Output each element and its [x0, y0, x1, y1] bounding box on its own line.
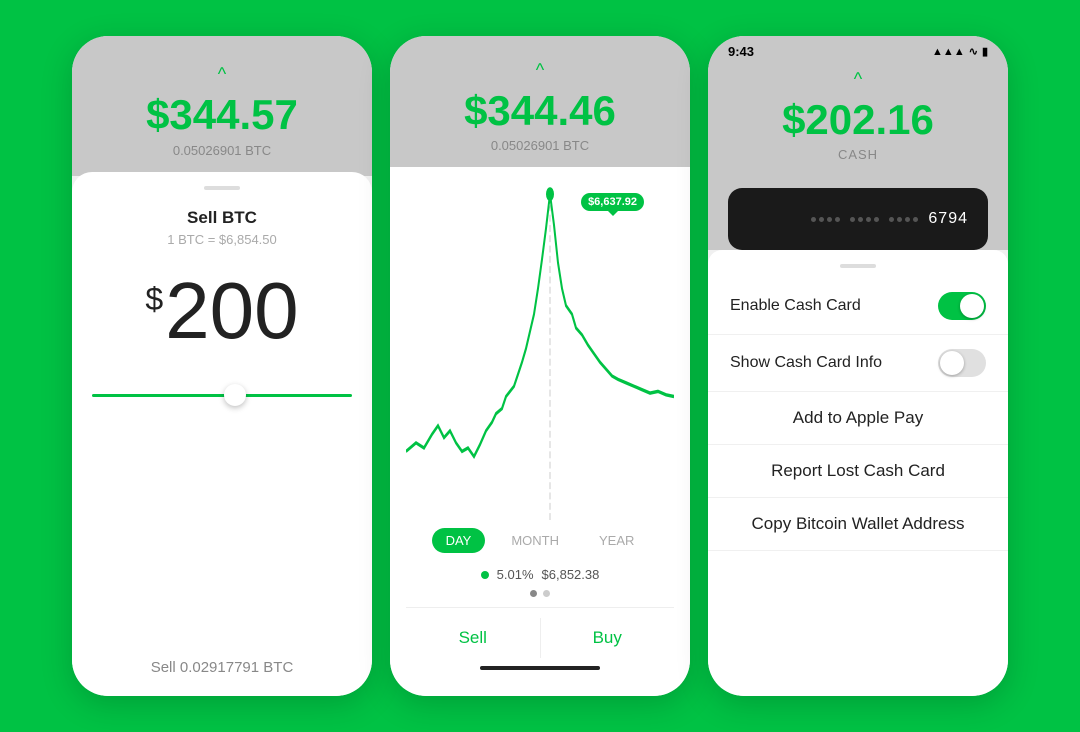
phone2-body: $6,637.92 DAY MONTH YEAR 5.01% $6,852.38… — [390, 167, 690, 696]
card-dot — [811, 217, 816, 222]
sell-amount-slider[interactable] — [92, 383, 352, 407]
card-dots-group-3 — [889, 217, 918, 222]
chevron-up-icon[interactable]: ^ — [218, 64, 226, 85]
copy-bitcoin-button[interactable]: Copy Bitcoin Wallet Address — [708, 498, 1008, 551]
phone1-header: ^ $344.57 0.05026901 BTC — [72, 36, 372, 176]
card-dot — [874, 217, 879, 222]
card-dot — [897, 217, 902, 222]
show-cash-card-info-row: Show Cash Card Info — [708, 335, 1008, 392]
card-dot — [913, 217, 918, 222]
enable-cash-card-toggle[interactable] — [938, 292, 986, 320]
cash-card: 6794 — [728, 188, 988, 250]
btc-chart-container: $6,637.92 — [406, 177, 674, 520]
card-dot — [819, 217, 824, 222]
phone3-header: ^ $202.16 CASH — [708, 61, 1008, 176]
dot-2 — [543, 590, 550, 597]
show-cash-card-info-toggle[interactable] — [938, 349, 986, 377]
phone2-btc-amount: $344.46 — [464, 87, 616, 135]
add-apple-pay-label: Add to Apple Pay — [793, 408, 923, 428]
price-change-pct: 5.01% — [497, 567, 534, 582]
signal-icon: ▲▲▲ — [932, 46, 965, 58]
sell-title: Sell BTC — [187, 208, 257, 228]
report-lost-button[interactable]: Report Lost Cash Card — [708, 445, 1008, 498]
action-sheet-handle — [840, 264, 876, 268]
battery-icon: ▮ — [982, 45, 988, 58]
action-sheet: Enable Cash Card Show Cash Card Info Add… — [708, 250, 1008, 696]
toggle-thumb — [960, 294, 984, 318]
wifi-icon: ∿ — [969, 45, 978, 58]
card-area: 6794 — [708, 176, 1008, 250]
phone3-cash-amount: $202.16 — [782, 96, 934, 144]
card-dot — [827, 217, 832, 222]
price-info-row: 5.01% $6,852.38 — [481, 567, 600, 582]
tab-year[interactable]: YEAR — [585, 528, 648, 553]
phone3: 9:43 ▲▲▲ ∿ ▮ ^ $202.16 CASH — [708, 36, 1008, 696]
phone2-home-bar — [406, 658, 674, 680]
btc-price-chart — [406, 177, 674, 520]
page-dots — [530, 590, 550, 597]
status-icons: ▲▲▲ ∿ ▮ — [932, 45, 988, 58]
card-dots-group-2 — [850, 217, 879, 222]
copy-bitcoin-label: Copy Bitcoin Wallet Address — [752, 514, 965, 534]
card-dot — [858, 217, 863, 222]
phone2-btc-label: 0.05026901 BTC — [491, 138, 589, 153]
card-dots-group-1 — [811, 217, 840, 222]
btc-rate: 1 BTC = $6,854.50 — [167, 232, 277, 247]
sell-dollar-value: 200 — [165, 271, 298, 351]
slider-thumb[interactable] — [224, 384, 246, 406]
add-apple-pay-button[interactable]: Add to Apple Pay — [708, 392, 1008, 445]
status-time: 9:43 — [728, 44, 754, 59]
card-number-row: 6794 — [748, 210, 968, 228]
card-dot — [835, 217, 840, 222]
phone1-btc-amount: $344.57 — [146, 91, 298, 139]
price-change-dot — [481, 571, 489, 579]
card-last4: 6794 — [928, 210, 968, 228]
card-dot — [889, 217, 894, 222]
show-cash-card-info-label: Show Cash Card Info — [730, 354, 882, 372]
drag-handle — [204, 186, 240, 190]
slider-track — [92, 394, 352, 397]
card-dot — [850, 217, 855, 222]
enable-cash-card-row: Enable Cash Card — [708, 278, 1008, 335]
phone2-header: ^ $344.46 0.05026901 BTC — [390, 36, 690, 167]
report-lost-label: Report Lost Cash Card — [771, 461, 945, 481]
toggle-thumb — [940, 351, 964, 375]
card-dot — [905, 217, 910, 222]
dollar-sign: $ — [145, 281, 163, 318]
enable-cash-card-label: Enable Cash Card — [730, 297, 861, 315]
card-dot — [866, 217, 871, 222]
phone1: ^ $344.57 0.05026901 BTC Sell BTC 1 BTC … — [72, 36, 372, 696]
home-indicator — [480, 666, 600, 670]
sell-amount-display: $ 200 — [145, 271, 298, 351]
sell-button[interactable]: Sell — [406, 618, 541, 658]
buy-button[interactable]: Buy — [541, 618, 675, 658]
time-period-tabs: DAY MONTH YEAR — [432, 528, 649, 553]
status-bar: 9:43 ▲▲▲ ∿ ▮ — [708, 36, 1008, 61]
chart-tooltip: $6,637.92 — [581, 193, 644, 211]
phone3-cash-label: CASH — [838, 147, 878, 162]
phone2-chevron-icon[interactable]: ^ — [536, 60, 544, 81]
sell-btc-label: Sell 0.02917791 BTC — [151, 659, 294, 676]
phone2: ^ $344.46 0.05026901 BTC $6,637.92 DAY M… — [390, 36, 690, 696]
sell-buy-row: Sell Buy — [406, 607, 674, 658]
phone1-body: Sell BTC 1 BTC = $6,854.50 $ 200 Sell 0.… — [72, 172, 372, 696]
tab-day[interactable]: DAY — [432, 528, 486, 553]
dot-1 — [530, 590, 537, 597]
tab-month[interactable]: MONTH — [497, 528, 573, 553]
phone3-chevron-icon[interactable]: ^ — [854, 69, 862, 90]
price-value: $6,852.38 — [542, 567, 600, 582]
phone1-btc-label: 0.05026901 BTC — [173, 143, 271, 158]
